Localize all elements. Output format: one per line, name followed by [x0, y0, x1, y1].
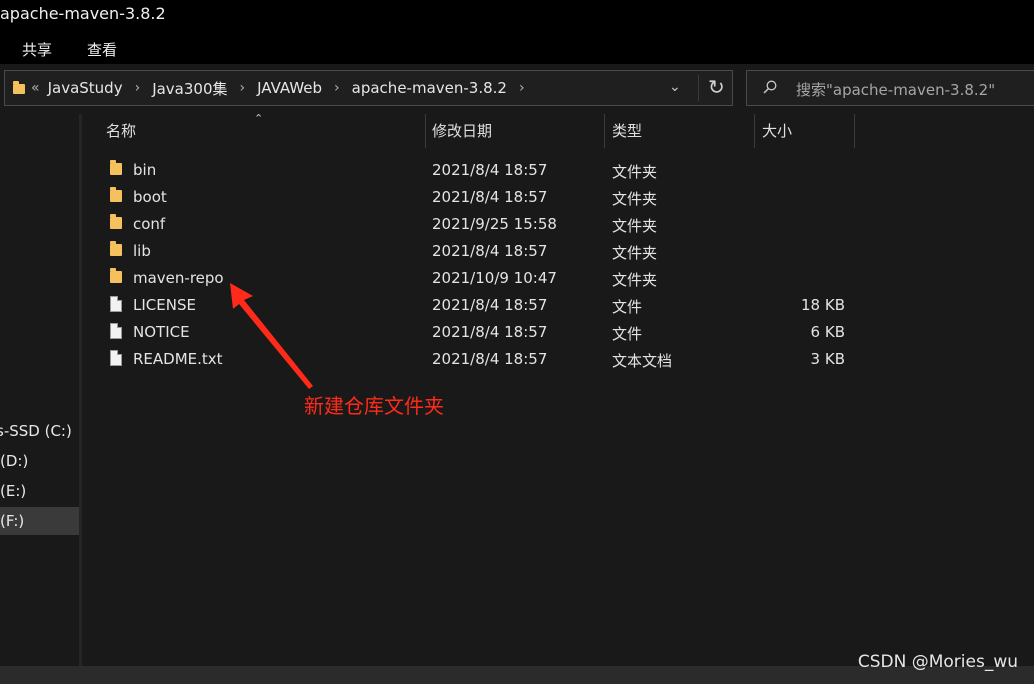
annotation-arrow	[230, 283, 313, 389]
watermark: CSDN @Mories_wu	[857, 652, 1018, 672]
annotation-label: 新建仓库文件夹	[304, 394, 444, 418]
